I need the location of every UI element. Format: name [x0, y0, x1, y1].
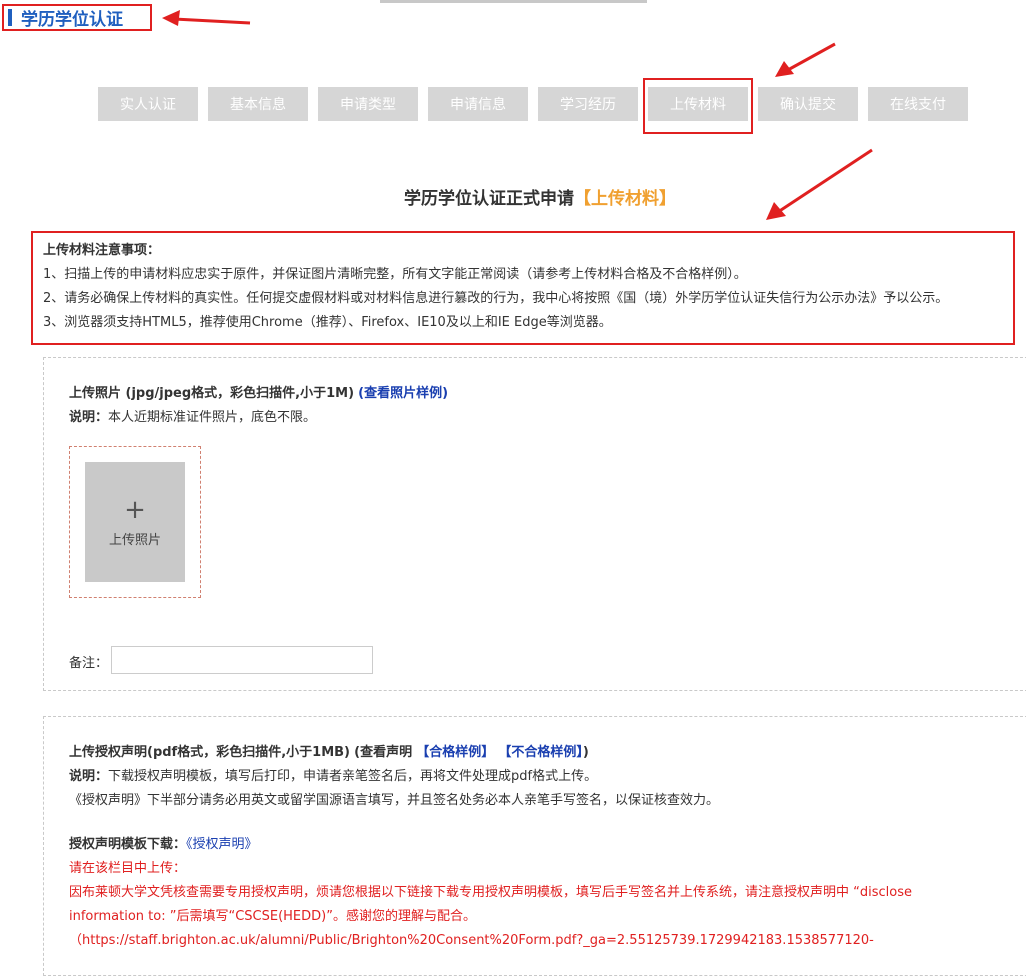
plus-icon: +	[124, 494, 146, 525]
photo-sample-link[interactable]: (查看照片样例)	[358, 386, 448, 401]
photo-desc-label: 说明：	[69, 410, 109, 425]
auth-red-note-4: （https://staff.brighton.ac.uk/alumni/Pub…	[69, 933, 874, 948]
notice-item-3: 3、浏览器须支持HTML5，推荐使用Chrome（推荐）、Firefox、IE1…	[43, 315, 612, 330]
photo-upload-button[interactable]: + 上传照片	[85, 462, 185, 582]
step-application-info[interactable]: 申请信息	[428, 87, 528, 121]
auth-template-link[interactable]: 《授权声明》	[186, 837, 258, 852]
step-online-payment[interactable]: 在线支付	[868, 87, 968, 121]
auth-bad-sample-link[interactable]: 【不合格样例】	[498, 745, 583, 760]
auth-desc-1: 下载授权声明模板，填写后打印，申请者亲笔签名后，再将文件处理成pdf格式上传。	[108, 769, 598, 784]
notice-item-1: 1、扫描上传的申请材料应忠实于原件，并保证图片清晰完整，所有文字能正常阅读（请参…	[43, 267, 747, 282]
auth-template-label: 授权声明模板下载：	[69, 837, 187, 852]
step-application-type[interactable]: 申请类型	[318, 87, 418, 121]
step-study-history[interactable]: 学习经历	[538, 87, 638, 121]
step-confirm-submit[interactable]: 确认提交	[758, 87, 858, 121]
photo-upload-label: 上传照片	[108, 532, 161, 548]
photo-title: 上传照片 (jpg/jpeg格式，彩色扫描件,小于1M)	[69, 386, 355, 401]
heading-accent-bar	[8, 9, 12, 26]
photo-desc: 本人近期标准证件照片，底色不限。	[108, 410, 317, 425]
photo-upload-area: + 上传照片	[69, 446, 201, 598]
remark-input[interactable]	[111, 646, 373, 674]
remark-label: 备注：	[69, 656, 109, 671]
step-highlight-box	[643, 78, 753, 134]
auth-desc-2: 《授权声明》下半部分请务必用英文或留学国源语言填写，并且签名处务必本人亲笔手写签…	[69, 793, 720, 808]
auth-red-note-1: 请在该栏目中上传：	[69, 861, 187, 876]
auth-view-close: )	[582, 745, 589, 760]
form-title-text: 学历学位认证正式申请	[404, 189, 574, 209]
page-heading: 学历学位认证	[2, 4, 152, 31]
auth-ok-sample-link[interactable]: 【合格样例】	[416, 745, 494, 760]
top-scroll-stub	[380, 0, 647, 3]
arrow-upload-step-icon	[775, 42, 836, 77]
arrow-heading-icon	[162, 10, 251, 26]
notice-box: 上传材料注意事项： 1、扫描上传的申请材料应忠实于原件，并保证图片清晰完整，所有…	[31, 231, 1015, 345]
auth-red-note-2: 因布莱顿大学文凭核查需要专用授权声明，烦请您根据以下链接下载专用授权声明模板，填…	[69, 885, 912, 900]
auth-view-text: (查看声明	[354, 745, 413, 760]
notice-item-2: 2、请务必确保上传材料的真实性。任何提交虚假材料或对材料信息进行篡改的行为，我中…	[43, 291, 949, 306]
auth-upload-panel: 上传授权声明(pdf格式，彩色扫描件,小于1MB) (查看声明 【合格样例】 【…	[43, 716, 1026, 976]
form-title: 学历学位认证正式申请【上传材料】	[0, 184, 1026, 209]
form-title-tag: 【上传材料】	[574, 189, 676, 209]
step-real-person-auth[interactable]: 实人认证	[98, 87, 198, 121]
auth-title: 上传授权声明(pdf格式，彩色扫描件,小于1MB)	[69, 745, 350, 760]
photo-upload-panel: 上传照片 (jpg/jpeg格式，彩色扫描件,小于1M) (查看照片样例) 说明…	[43, 357, 1026, 691]
page-title: 学历学位认证	[21, 10, 123, 30]
auth-desc-label: 说明：	[69, 769, 109, 784]
notice-title: 上传材料注意事项：	[43, 243, 161, 258]
auth-red-note-3: information to: ”后需填写“CSCSE(HEDD)”。感谢您的理…	[69, 909, 476, 924]
step-basic-info[interactable]: 基本信息	[208, 87, 308, 121]
